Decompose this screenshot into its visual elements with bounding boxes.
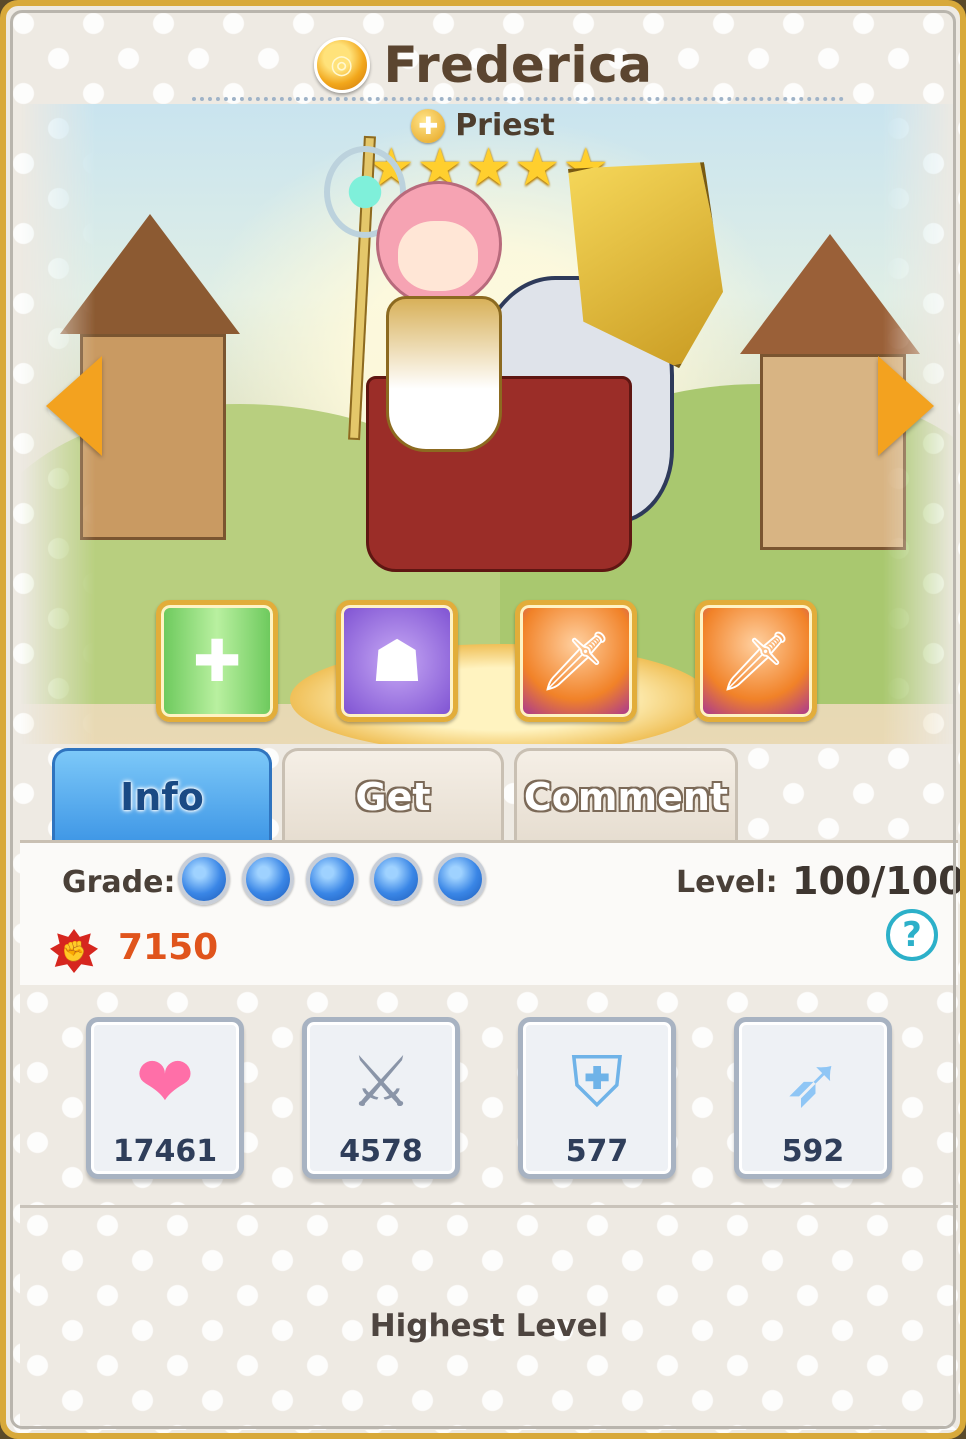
- grade-orb-icon: [434, 853, 486, 905]
- tab-info[interactable]: Info: [52, 748, 272, 842]
- bottom-area: Highest Level: [20, 1208, 958, 1430]
- grade-orb-icon: [370, 853, 422, 905]
- speed-stat[interactable]: ➶ 592: [734, 1017, 892, 1179]
- sword-skill-icon[interactable]: 🗡: [515, 600, 637, 722]
- level-value: 100/100: [792, 859, 965, 903]
- help-button[interactable]: ?: [886, 909, 938, 961]
- level-label: Level:: [676, 865, 778, 900]
- sword-skill-icon[interactable]: 🗡: [695, 600, 817, 722]
- grade-orb-icon: [242, 853, 294, 905]
- hero-name: Frederica: [383, 36, 653, 94]
- wing-icon: ➶: [783, 1041, 843, 1123]
- house-roof: [740, 234, 920, 354]
- grade-label: Grade:: [62, 865, 176, 900]
- hero-dress: [386, 296, 502, 452]
- stats-area: ❤ 17461 ⚔ 4578 ⛨ 577 ➶ 592: [20, 985, 958, 1205]
- hero-portrait: [276, 126, 736, 606]
- house-roof: [60, 214, 240, 334]
- defense-value: 577: [565, 1134, 629, 1169]
- info-panel: Grade: Level: 100/100 ✊ 7150 ?: [20, 843, 960, 985]
- coin-icon: ◎: [313, 37, 370, 93]
- attack-stat[interactable]: ⚔ 4578: [302, 1017, 460, 1179]
- tab-get[interactable]: Get: [282, 748, 504, 842]
- grade-indicator: [178, 853, 486, 905]
- combat-power-value: 7150: [118, 927, 219, 968]
- grade-orb-icon: [306, 853, 358, 905]
- shadow-skill-icon[interactable]: ☗: [336, 600, 458, 722]
- tab-comment[interactable]: Comment: [514, 748, 738, 842]
- hero-face: [398, 221, 478, 291]
- grade-orb-icon: [178, 853, 230, 905]
- title-row: ◎ Frederica: [6, 30, 960, 100]
- hero-detail-panel: ◎ Frederica ✚ Priest ★ ★ ★ ★ ★ ✚ ☗ �: [0, 0, 966, 1439]
- skill-bar: ✚ ☗ 🗡 🗡: [156, 600, 820, 728]
- hp-value: 17461: [112, 1134, 218, 1169]
- title-divider: [192, 97, 844, 101]
- attack-value: 4578: [339, 1134, 423, 1169]
- defense-stat[interactable]: ⛨ 577: [518, 1017, 676, 1179]
- hp-stat[interactable]: ❤ 17461: [86, 1017, 244, 1179]
- heart-icon: ❤: [135, 1041, 195, 1123]
- heal-skill-icon[interactable]: ✚: [156, 600, 278, 722]
- previous-hero-arrow-icon[interactable]: [46, 356, 102, 456]
- level-status: Highest Level: [369, 1308, 609, 1344]
- next-hero-arrow-icon[interactable]: [878, 356, 934, 456]
- combat-power-icon: ✊: [50, 929, 98, 973]
- sword-icon: ⚔: [349, 1041, 413, 1123]
- speed-value: 592: [781, 1134, 845, 1169]
- shield-icon: ⛨: [570, 1041, 624, 1123]
